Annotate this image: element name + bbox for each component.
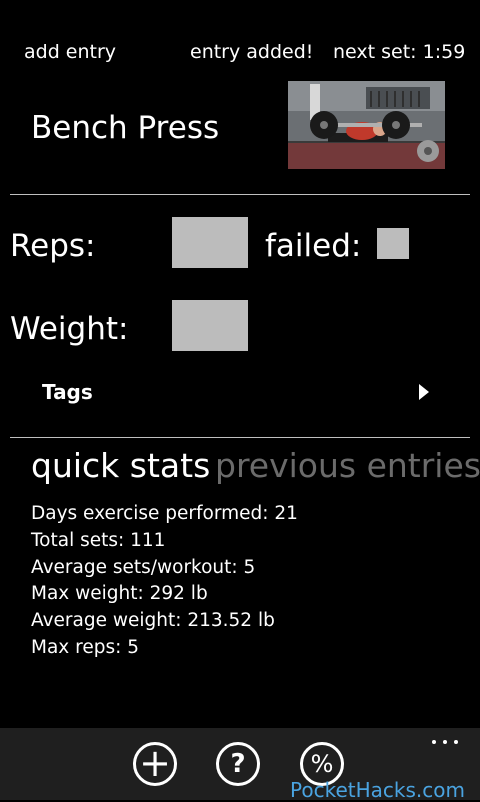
entry-added-status: entry added! (190, 41, 314, 63)
stat-average-weight: Average weight: 213.52 lb (31, 610, 275, 632)
weight-label: Weight: (10, 311, 129, 347)
reps-input[interactable] (172, 217, 248, 268)
question-icon: ? (230, 749, 246, 779)
quick-stats-list: Days exercise performed: 21 Total sets: … (31, 501, 298, 662)
divider-middle (10, 437, 470, 438)
chevron-right-icon (419, 384, 429, 400)
weight-input[interactable] (172, 300, 248, 351)
stat-average-sets: Average sets/workout: 5 (31, 556, 256, 578)
bench-press-photo[interactable] (288, 81, 445, 169)
more-icon[interactable] (430, 738, 460, 746)
add-button[interactable]: + (133, 742, 177, 786)
next-set-timer: next set: 1:59 (333, 41, 466, 63)
reps-label: Reps: (10, 228, 96, 264)
tab-previous-entries[interactable]: previous entries (215, 444, 480, 488)
tags-row[interactable]: Tags (30, 370, 450, 414)
exercise-title: Bench Press (31, 110, 220, 146)
tab-quick-stats[interactable]: quick stats (31, 444, 210, 488)
percent-icon: % (310, 750, 334, 778)
failed-label: failed: (265, 228, 362, 264)
stat-max-weight: Max weight: 292 lb (31, 583, 208, 605)
app-bar: + ? % PocketHacks.com (0, 728, 480, 802)
divider-top (10, 194, 470, 195)
stat-max-reps: Max reps: 5 (31, 636, 139, 658)
help-button[interactable]: ? (216, 742, 260, 786)
watermark-text: PocketHacks.com (290, 778, 465, 802)
add-entry-link[interactable]: add entry (24, 40, 116, 64)
stat-total-sets: Total sets: 111 (31, 529, 166, 551)
tags-label: Tags (42, 380, 93, 404)
stat-days-performed: Days exercise performed: 21 (31, 503, 298, 524)
photo-illustration (288, 81, 445, 169)
failed-checkbox[interactable] (377, 228, 409, 259)
plus-icon: + (139, 741, 171, 785)
